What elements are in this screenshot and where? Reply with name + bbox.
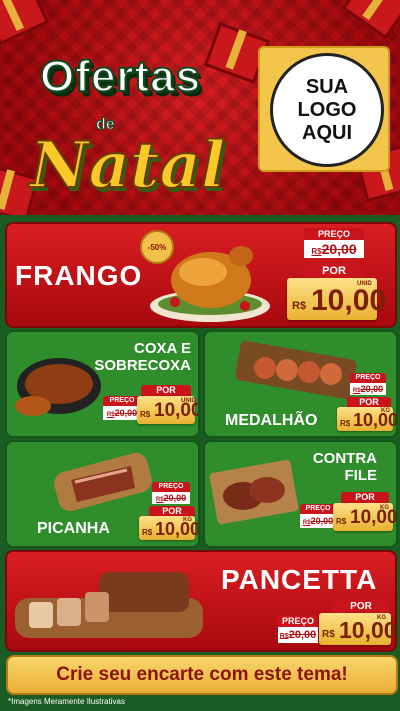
logo-text-3: AQUI bbox=[302, 121, 352, 144]
old-price: R$20,00 bbox=[152, 492, 190, 504]
discount-badge: -50% bbox=[140, 230, 174, 264]
title-natal: Natal bbox=[29, 127, 226, 204]
product-name: PICANHA bbox=[37, 520, 110, 537]
new-price: R$ 10,00 UNID bbox=[287, 278, 386, 320]
pancetta-board-image bbox=[15, 572, 203, 638]
steak-board-image bbox=[209, 459, 299, 525]
new-price-label: POR bbox=[141, 385, 191, 396]
new-price-label: POR bbox=[304, 264, 364, 278]
new-price-label: POR bbox=[341, 492, 389, 503]
new-price-label: POR bbox=[347, 397, 391, 407]
new-price-label: POR bbox=[149, 506, 195, 516]
product-card-contrafile: CONTRA FILE PREÇO R$20,00 POR R$ 10,00 K… bbox=[203, 440, 398, 548]
logo-circle: SUA LOGO AQUI bbox=[270, 53, 384, 167]
logo-text-1: SUA bbox=[305, 75, 349, 98]
chicken-thigh-pan-image bbox=[15, 358, 101, 416]
logo-placeholder: SUA LOGO AQUI bbox=[258, 46, 390, 172]
logo-text-2: LOGO bbox=[297, 98, 357, 121]
old-price-label: PREÇO bbox=[350, 373, 386, 383]
product-card-pancetta: PANCETTA PREÇO R$20,00 POR R$ 10,00 KG bbox=[5, 550, 397, 652]
cta-text: Crie seu encarte com este tema! bbox=[56, 664, 348, 685]
product-name: MEDALHÃO bbox=[225, 412, 318, 429]
old-price: R$20,00 bbox=[300, 514, 336, 528]
new-price: R$ 10,00 UNID bbox=[137, 396, 198, 424]
old-price: R$20,00 bbox=[304, 240, 364, 258]
product-card-picanha: PICANHA PREÇO R$20,00 POR R$ 10,00 KG bbox=[5, 440, 200, 548]
new-price: R$ 10,00 KG bbox=[333, 503, 396, 531]
product-card-coxa: COXA E SOBRECOXA POR PREÇO R$20,00 R$ 10… bbox=[5, 330, 200, 438]
new-price: R$ 10,00 KG bbox=[337, 407, 396, 431]
old-price-label: PREÇO bbox=[300, 504, 336, 514]
cta-banner[interactable]: Crie seu encarte com este tema! bbox=[6, 655, 398, 695]
old-price: R$20,00 bbox=[350, 383, 386, 395]
product-name: PANCETTA bbox=[221, 564, 378, 595]
old-price-label: PREÇO bbox=[278, 616, 318, 627]
old-price: R$20,00 bbox=[103, 406, 141, 420]
product-name: FRANGO bbox=[15, 260, 143, 291]
product-card-frango: FRANGO -50% PREÇO R$20,00 POR R$ 10,00 U… bbox=[5, 222, 397, 328]
flyer: Ofertas de Natal SUA LOGO AQUI FRANGO -5… bbox=[0, 0, 400, 711]
old-price-label: PREÇO bbox=[304, 228, 364, 240]
gift-box-icon bbox=[0, 0, 50, 46]
new-price: R$ 10,00 KG bbox=[319, 613, 395, 645]
old-price-label: PREÇO bbox=[152, 482, 190, 492]
header-banner: Ofertas de Natal SUA LOGO AQUI bbox=[0, 0, 400, 223]
disclaimer-text: *Imagens Meramente Ilustrativas bbox=[8, 697, 125, 706]
medallion-skewers-image bbox=[235, 341, 357, 399]
new-price-label: POR bbox=[333, 600, 389, 613]
old-price-label: PREÇO bbox=[103, 396, 141, 406]
old-price: R$20,00 bbox=[278, 627, 318, 643]
title-ofertas: Ofertas bbox=[39, 51, 202, 102]
title-logotype: Ofertas de Natal bbox=[26, 40, 256, 204]
product-card-medalhao: MEDALHÃO PREÇO R$20,00 POR R$ 10,00 KG bbox=[203, 330, 398, 438]
picanha-board-image bbox=[54, 452, 152, 512]
gift-box-icon bbox=[341, 0, 400, 40]
new-price: R$ 10,00 KG bbox=[139, 516, 198, 540]
product-name: CONTRA FILE bbox=[312, 450, 377, 484]
